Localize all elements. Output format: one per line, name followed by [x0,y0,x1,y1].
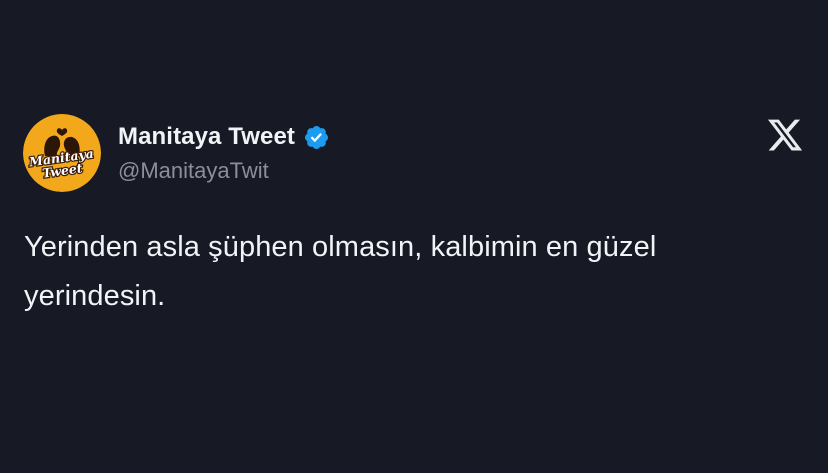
verified-badge-icon [303,124,330,151]
author-handle[interactable]: @ManitayaTwit [118,158,269,184]
x-logo-icon[interactable] [766,116,804,154]
display-name[interactable]: Manitaya Tweet [118,123,295,151]
tweet-text: Yerinden asla şüphen olmasın, kalbimin e… [24,231,657,312]
tweet-card: Manitaya Tweet Manitaya Tweet @ManitayaT… [0,0,828,473]
couple-silhouette-logo-icon: Manitaya Tweet [23,114,101,192]
author-name-row: Manitaya Tweet [118,121,330,153]
avatar[interactable]: Manitaya Tweet [23,114,101,192]
